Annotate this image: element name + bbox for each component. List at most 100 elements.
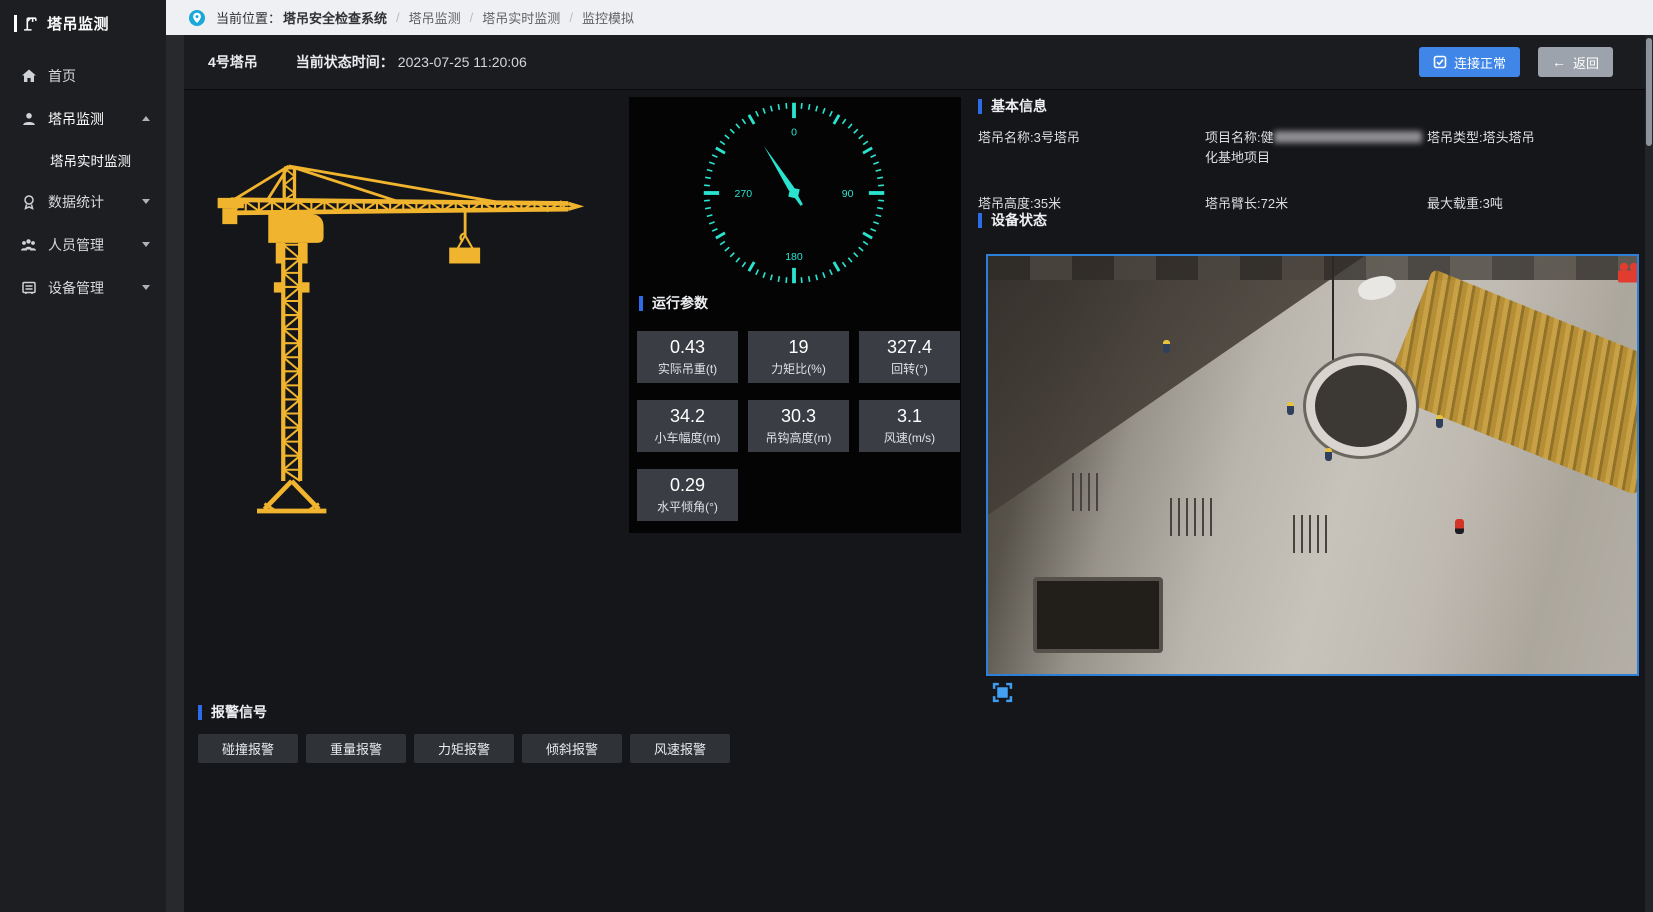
video-scene-worker bbox=[1436, 415, 1443, 428]
section-bar bbox=[639, 296, 643, 311]
video-scene-rebar bbox=[1072, 473, 1102, 511]
alarm-buttons: 碰撞报警 重量报警 力矩报警 倾斜报警 风速报警 bbox=[198, 734, 730, 763]
sidebar-item-crane-monitor[interactable]: 塔吊监测 bbox=[0, 97, 166, 140]
breadcrumb-label: 当前位置： bbox=[216, 8, 281, 27]
sidebar-item-label: 首页 bbox=[48, 66, 76, 86]
panel-header: 4号塔吊 当前状态时间： 2023-07-25 11:20:06 连接正常 ← … bbox=[184, 35, 1653, 90]
param-tile: 3.1风速(m/s) bbox=[859, 400, 960, 452]
run-params-grid: 0.43实际吊重(t) 19力矩比(%) 327.4回转(°) 34.2小车幅度… bbox=[637, 331, 960, 521]
info-crane-name: 塔吊名称:3号塔吊 bbox=[978, 128, 1205, 167]
sidebar-item-data-stats[interactable]: 数据统计 bbox=[0, 180, 166, 223]
video-scene-rebar bbox=[1170, 498, 1218, 536]
alarm-button-collision[interactable]: 碰撞报警 bbox=[198, 734, 298, 763]
video-camera-icon[interactable] bbox=[1616, 262, 1639, 290]
video-scene-basket bbox=[1033, 577, 1163, 653]
sidebar-item-label: 人员管理 bbox=[48, 235, 104, 255]
camera-video-feed[interactable] bbox=[986, 254, 1639, 676]
chevron-down-icon bbox=[142, 285, 150, 290]
app-logo: 塔吊监测 bbox=[0, 0, 166, 46]
sidebar-item-home[interactable]: 首页 bbox=[0, 54, 166, 97]
video-scene-worker bbox=[1287, 402, 1294, 415]
chevron-up-icon bbox=[142, 116, 150, 121]
alarm-button-wind[interactable]: 风速报警 bbox=[630, 734, 730, 763]
app-root: 塔吊监测 首页 塔吊监测 塔吊实时监测 bbox=[0, 0, 1653, 912]
gauge-label-90: 90 bbox=[842, 188, 854, 200]
param-tile: 0.29水平倾角(°) bbox=[637, 469, 738, 521]
run-params-title: 运行参数 bbox=[639, 293, 708, 313]
param-tile: 0.43实际吊重(t) bbox=[637, 331, 738, 383]
scrollbar-thumb[interactable] bbox=[1646, 38, 1652, 146]
gauge-needle bbox=[758, 142, 807, 208]
monitor-panel: 4号塔吊 当前状态时间： 2023-07-25 11:20:06 连接正常 ← … bbox=[184, 35, 1653, 912]
scrollbar[interactable] bbox=[1645, 35, 1653, 912]
alarm-button-tilt[interactable]: 倾斜报警 bbox=[522, 734, 622, 763]
back-button[interactable]: ← 返回 bbox=[1538, 47, 1613, 77]
gauge-label-270: 270 bbox=[734, 188, 752, 200]
breadcrumb-separator: / bbox=[569, 10, 573, 25]
alarm-title: 报警信号 bbox=[198, 702, 267, 722]
gauge-panel: 0 90 180 270 运行参数 bbox=[629, 97, 961, 533]
sidebar-subitem-label: 塔吊实时监测 bbox=[50, 150, 131, 170]
arrow-left-icon: ← bbox=[1552, 55, 1566, 69]
param-tile: 30.3吊钩高度(m) bbox=[748, 400, 849, 452]
breadcrumb-item[interactable]: 塔吊监测 bbox=[409, 8, 461, 27]
panel-body: 0 90 180 270 运行参数 bbox=[184, 90, 1653, 912]
chevron-down-icon bbox=[142, 242, 150, 247]
sidebar-item-personnel[interactable]: 人员管理 bbox=[0, 223, 166, 266]
status-time-label: 当前状态时间： bbox=[296, 52, 394, 72]
video-scene-scaffold bbox=[988, 256, 1637, 280]
connect-status-button[interactable]: 连接正常 bbox=[1419, 47, 1520, 77]
info-max-load: 最大载重:3吨 bbox=[1427, 194, 1639, 214]
crane-name: 4号塔吊 bbox=[208, 52, 258, 72]
param-tile: 19力矩比(%) bbox=[748, 331, 849, 383]
info-crane-type: 塔吊类型:塔头塔吊 bbox=[1427, 128, 1639, 167]
sidebar-item-label: 设备管理 bbox=[48, 278, 104, 298]
gauge-label-180: 180 bbox=[785, 251, 803, 263]
rotation-gauge: 0 90 180 270 bbox=[698, 97, 890, 289]
breadcrumb-item[interactable]: 塔吊实时监测 bbox=[482, 8, 560, 27]
section-bar bbox=[978, 99, 982, 114]
param-tile: 327.4回转(°) bbox=[859, 331, 960, 383]
logo-bar bbox=[14, 15, 17, 32]
breadcrumb-item[interactable]: 监控模拟 bbox=[582, 8, 634, 27]
content-area: 4号塔吊 当前状态时间： 2023-07-25 11:20:06 连接正常 ← … bbox=[166, 35, 1653, 912]
device-icon bbox=[20, 279, 37, 296]
sidebar-nav: 首页 塔吊监测 塔吊实时监测 数据统计 bbox=[0, 54, 166, 309]
person-monitor-icon bbox=[20, 110, 37, 127]
alarm-button-torque[interactable]: 力矩报警 bbox=[414, 734, 514, 763]
people-icon bbox=[20, 236, 37, 253]
app-title: 塔吊监测 bbox=[47, 13, 109, 34]
basic-info-grid: 塔吊名称:3号塔吊 项目名称:健 化基地项目 塔吊类型:塔头塔吊 塔吊高度:35… bbox=[978, 128, 1639, 214]
device-status-title: 设备状态 bbox=[978, 210, 1047, 230]
info-arm-length: 塔吊臂长:72米 bbox=[1205, 194, 1427, 214]
video-scene-worker bbox=[1325, 448, 1332, 461]
fullscreen-icon[interactable] bbox=[992, 682, 1013, 703]
video-scene-worker bbox=[1455, 519, 1464, 534]
param-tile: 34.2小车幅度(m) bbox=[637, 400, 738, 452]
crane-logo-icon bbox=[22, 15, 39, 32]
breadcrumb-separator: / bbox=[470, 10, 474, 25]
redacted-text bbox=[1274, 131, 1422, 143]
alarm-button-weight[interactable]: 重量报警 bbox=[306, 734, 406, 763]
header-buttons: 连接正常 ← 返回 bbox=[1419, 47, 1613, 77]
checkbox-check-icon bbox=[1433, 55, 1447, 69]
section-bar bbox=[198, 705, 202, 720]
section-bar bbox=[978, 213, 982, 228]
breadcrumb-item[interactable]: 塔吊安全检查系统 bbox=[283, 8, 387, 27]
location-pin-icon bbox=[188, 9, 206, 27]
breadcrumb-separator: / bbox=[396, 10, 400, 25]
main-area: 当前位置： 塔吊安全检查系统 / 塔吊监测 / 塔吊实时监测 / 监控模拟 4号… bbox=[166, 0, 1653, 912]
status-time-value: 2023-07-25 11:20:06 bbox=[398, 54, 527, 70]
sidebar: 塔吊监测 首页 塔吊监测 塔吊实时监测 bbox=[0, 0, 166, 912]
video-scene-rebar bbox=[1293, 515, 1327, 553]
sidebar-item-crane-realtime[interactable]: 塔吊实时监测 bbox=[0, 140, 166, 180]
info-project-name: 项目名称:健 化基地项目 bbox=[1205, 128, 1427, 167]
data-stats-icon bbox=[20, 193, 37, 210]
breadcrumb: 当前位置： 塔吊安全检查系统 / 塔吊监测 / 塔吊实时监测 / 监控模拟 bbox=[166, 0, 1653, 35]
crane-illustration bbox=[212, 146, 587, 531]
gauge-label-0: 0 bbox=[791, 126, 797, 138]
basic-info-title: 基本信息 bbox=[978, 96, 1047, 116]
sidebar-item-label: 数据统计 bbox=[48, 192, 104, 212]
sidebar-item-device-mgmt[interactable]: 设备管理 bbox=[0, 266, 166, 309]
chevron-down-icon bbox=[142, 199, 150, 204]
